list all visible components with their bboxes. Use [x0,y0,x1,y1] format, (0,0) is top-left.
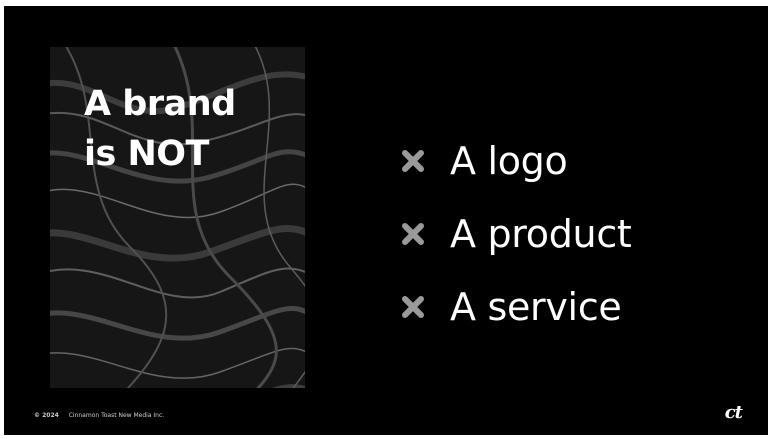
list-item-label: A logo [450,138,568,183]
marble-texture-image: A brand is NOT [50,47,305,388]
copyright-year: © 2024 [34,412,59,419]
footer-copyright: © 2024 Cinnamon Toast New Media Inc. [34,412,164,419]
x-icon [402,222,424,245]
list-item-label: A product [450,211,632,256]
list-item-label: A service [450,284,622,329]
x-icon [402,149,424,172]
heading-line-2: is NOT [84,134,209,174]
x-icon [402,295,424,318]
not-a-brand-list: A logo A product A service [400,124,632,343]
company-name: Cinnamon Toast New Media Inc. [68,412,165,419]
heading-line-1: A brand [84,84,236,124]
list-item: A service [400,270,632,343]
list-item: A logo [400,124,632,197]
slide-heading: A brand is NOT [84,79,236,179]
list-item: A product [400,197,632,270]
ct-logo: ct [724,402,743,423]
slide: A brand is NOT A logo A product A servic… [4,6,768,435]
